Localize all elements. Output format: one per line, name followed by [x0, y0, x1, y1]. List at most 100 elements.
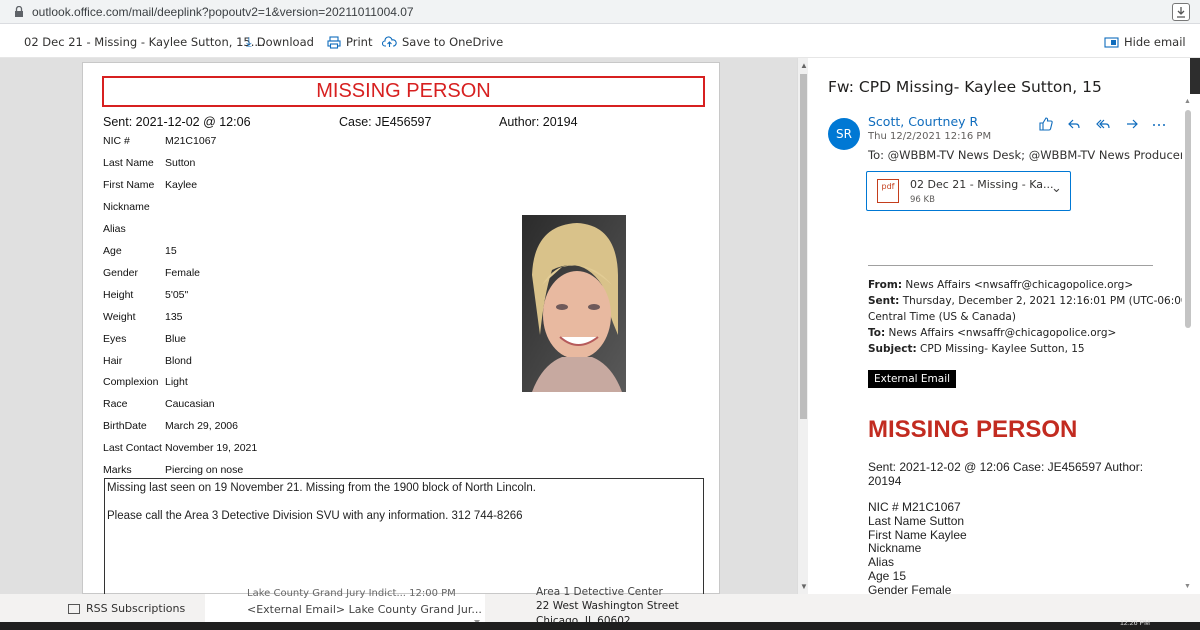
sender-avatar[interactable]: SR	[828, 118, 860, 150]
pdf-field-value: Sutton	[165, 156, 196, 169]
outlook-popout-window: outlook.office.com/mail/deeplink?popoutv…	[0, 0, 1200, 630]
email-subject: Fw: CPD Missing- Kaylee Sutton, 15	[828, 78, 1102, 96]
pdf-field-label: Complexion	[103, 376, 159, 389]
like-icon[interactable]	[1038, 116, 1054, 132]
pdf-author: Author: 20194	[499, 115, 578, 129]
body-line: NIC # M21C1067	[868, 500, 961, 514]
email-recipients: To: @WBBM-TV News Desk; @WBBM-TV News Pr…	[868, 148, 1190, 162]
pdf-scrollbar-thumb[interactable]	[800, 74, 807, 419]
save-to-onedrive-button[interactable]: Save to OneDrive	[382, 35, 503, 49]
pdf-note-1: Missing last seen on 19 November 21. Mis…	[107, 482, 536, 494]
pdf-field-value: Piercing on nose	[165, 464, 244, 477]
forward-icon[interactable]	[1124, 116, 1140, 132]
pdf-field-value: Light	[165, 376, 188, 389]
reply-all-icon[interactable]	[1094, 116, 1112, 132]
pdf-field-value: M21C1067	[165, 135, 217, 147]
file-title-text: 02 Dec 21 - Missing - Kaylee Sutton, 15.…	[24, 35, 266, 49]
file-title: 02 Dec 21 - Missing - Kaylee Sutton, 15.…	[24, 35, 265, 49]
pdf-field-label: Last Contact	[103, 442, 162, 455]
folder-icon	[68, 603, 80, 614]
reading-pane-scrollbar[interactable]: ▲ ▼	[1182, 94, 1200, 594]
message-cut-line: Lake County Grand Jury Indict... 12:00 P…	[247, 588, 456, 599]
email-actions	[1038, 116, 1166, 132]
address-top-line: Area 1 Detective Center	[536, 586, 663, 598]
body-sent-line-1: Sent: 2021-12-02 @ 12:06 Case: JE456597 …	[868, 460, 1144, 474]
pdf-field-label: Hair	[103, 354, 123, 367]
pdf-field-value: 15	[165, 244, 177, 257]
url-text[interactable]: outlook.office.com/mail/deeplink?popoutv…	[32, 5, 414, 19]
sent-value: Thursday, December 2, 2021 12:16:01 PM (…	[899, 295, 1190, 307]
scroll-up-arrow-icon[interactable]: ▲	[800, 61, 808, 70]
pdf-field-value: Blond	[165, 354, 192, 367]
panel-icon	[1104, 36, 1119, 48]
pdf-field-label: Race	[103, 398, 128, 411]
save-to-onedrive-label: Save to OneDrive	[402, 35, 504, 49]
pdf-field-value: Blue	[165, 332, 187, 345]
pdf-note-2: Please call the Area 3 Detective Divisio…	[107, 510, 523, 522]
pdf-field-value: 5'05"	[165, 288, 189, 301]
missing-person-photo	[522, 215, 626, 392]
pdf-viewer-scrollbar[interactable]: ▲ ▼	[797, 58, 808, 594]
browser-url-bar[interactable]: outlook.office.com/mail/deeplink?popoutv…	[0, 0, 1200, 24]
forwarded-from: From: News Affairs <nwsaffr@chicagopolic…	[868, 277, 1133, 293]
pdf-field-label: Height	[103, 288, 134, 301]
lock-icon	[15, 6, 23, 17]
sender-name[interactable]: Scott, Courtney R	[868, 114, 978, 129]
email-date: Thu 12/2/2021 12:16 PM	[868, 131, 992, 142]
pdf-field-value: Kaylee	[165, 178, 198, 191]
attachment-card[interactable]: pdf 02 Dec 21 - Missing - Ka... 96 KB ⌄	[866, 171, 1071, 211]
pdf-field-label: Last Name	[103, 156, 154, 169]
forwarded-to: To: News Affairs <nwsaffr@chicagopolice.…	[868, 325, 1116, 341]
scroll-down-arrow-icon[interactable]: ▼	[1184, 583, 1191, 590]
folder-rss-subscriptions[interactable]: RSS Subscriptions	[68, 602, 185, 615]
reading-pane-scrollbar-thumb[interactable]	[1185, 110, 1191, 328]
pdf-field-label: BirthDate	[103, 420, 147, 433]
pdf-field-value: Female	[165, 266, 201, 279]
external-email-badge: External Email	[868, 370, 957, 388]
subject-value: CPD Missing- Kaylee Sutton, 15	[916, 343, 1085, 355]
attachment-name: 02 Dec 21 - Missing - Ka...	[910, 178, 1054, 191]
download-button[interactable]: ⤓ Download	[246, 35, 314, 49]
taskbar-clock: 12:26 PM	[1120, 620, 1150, 627]
pdf-field-label: Eyes	[103, 332, 127, 345]
body-sent-line-2: 20194	[868, 474, 902, 488]
body-line: Nickname	[868, 541, 922, 556]
printer-icon	[327, 35, 341, 49]
body-line: Gender Female	[868, 582, 952, 594]
attachment-size: 96 KB	[910, 195, 935, 205]
pdf-field-label: Weight	[103, 310, 136, 323]
pdf-sent: Sent: 2021-12-02 @ 12:06	[103, 115, 251, 129]
chevron-down-icon[interactable]: ⌄	[1051, 181, 1062, 196]
body-title: MISSING PERSON	[868, 416, 1078, 443]
pdf-icon-text: pdf	[881, 182, 895, 191]
pdf-field-value: Caucasian	[165, 398, 215, 411]
pdf-field-label: Gender	[103, 266, 139, 279]
rss-label: RSS Subscriptions	[86, 602, 186, 615]
subject-label: Subject:	[868, 343, 917, 355]
print-button[interactable]: Print	[327, 35, 372, 49]
pdf-title: MISSING PERSON	[102, 76, 705, 107]
pdf-field-label: Marks	[103, 464, 132, 477]
more-options-icon[interactable]	[1152, 116, 1166, 132]
pdf-field-label: First Name	[103, 178, 155, 191]
reply-icon[interactable]	[1066, 116, 1082, 132]
body-line: Age 15	[868, 569, 907, 583]
to-label: To:	[868, 327, 886, 339]
forwarded-sent: Sent: Thursday, December 2, 2021 12:16:0…	[868, 293, 1190, 309]
hide-email-button[interactable]: Hide email	[1104, 35, 1186, 49]
download-status-icon[interactable]	[1172, 3, 1190, 21]
pdf-field-label: Age	[103, 244, 122, 257]
email-reading-pane: Fw: CPD Missing- Kaylee Sutton, 15 SR Sc…	[808, 58, 1190, 594]
to-value: News Affairs <nwsaffr@chicagopolice.org>	[885, 327, 1117, 339]
scroll-down-arrow-icon[interactable]: ▼	[800, 582, 808, 591]
scroll-up-arrow-icon[interactable]: ▲	[1184, 98, 1191, 105]
message-preview: <External Email> Lake County Grand Jur..…	[247, 603, 482, 616]
download-label: Download	[256, 35, 314, 49]
pdf-file-icon: pdf	[877, 179, 899, 203]
body-line: Alias	[868, 555, 895, 570]
pdf-case: Case: JE456597	[339, 115, 432, 129]
attachment-preview-toolbar: 02 Dec 21 - Missing - Kaylee Sutton, 15.…	[0, 24, 1200, 58]
address-line-1: 22 West Washington Street	[536, 600, 679, 612]
pdf-field-value: March 29, 2006	[165, 420, 238, 433]
forwarded-sent-tz: Central Time (US & Canada)	[868, 311, 1016, 323]
